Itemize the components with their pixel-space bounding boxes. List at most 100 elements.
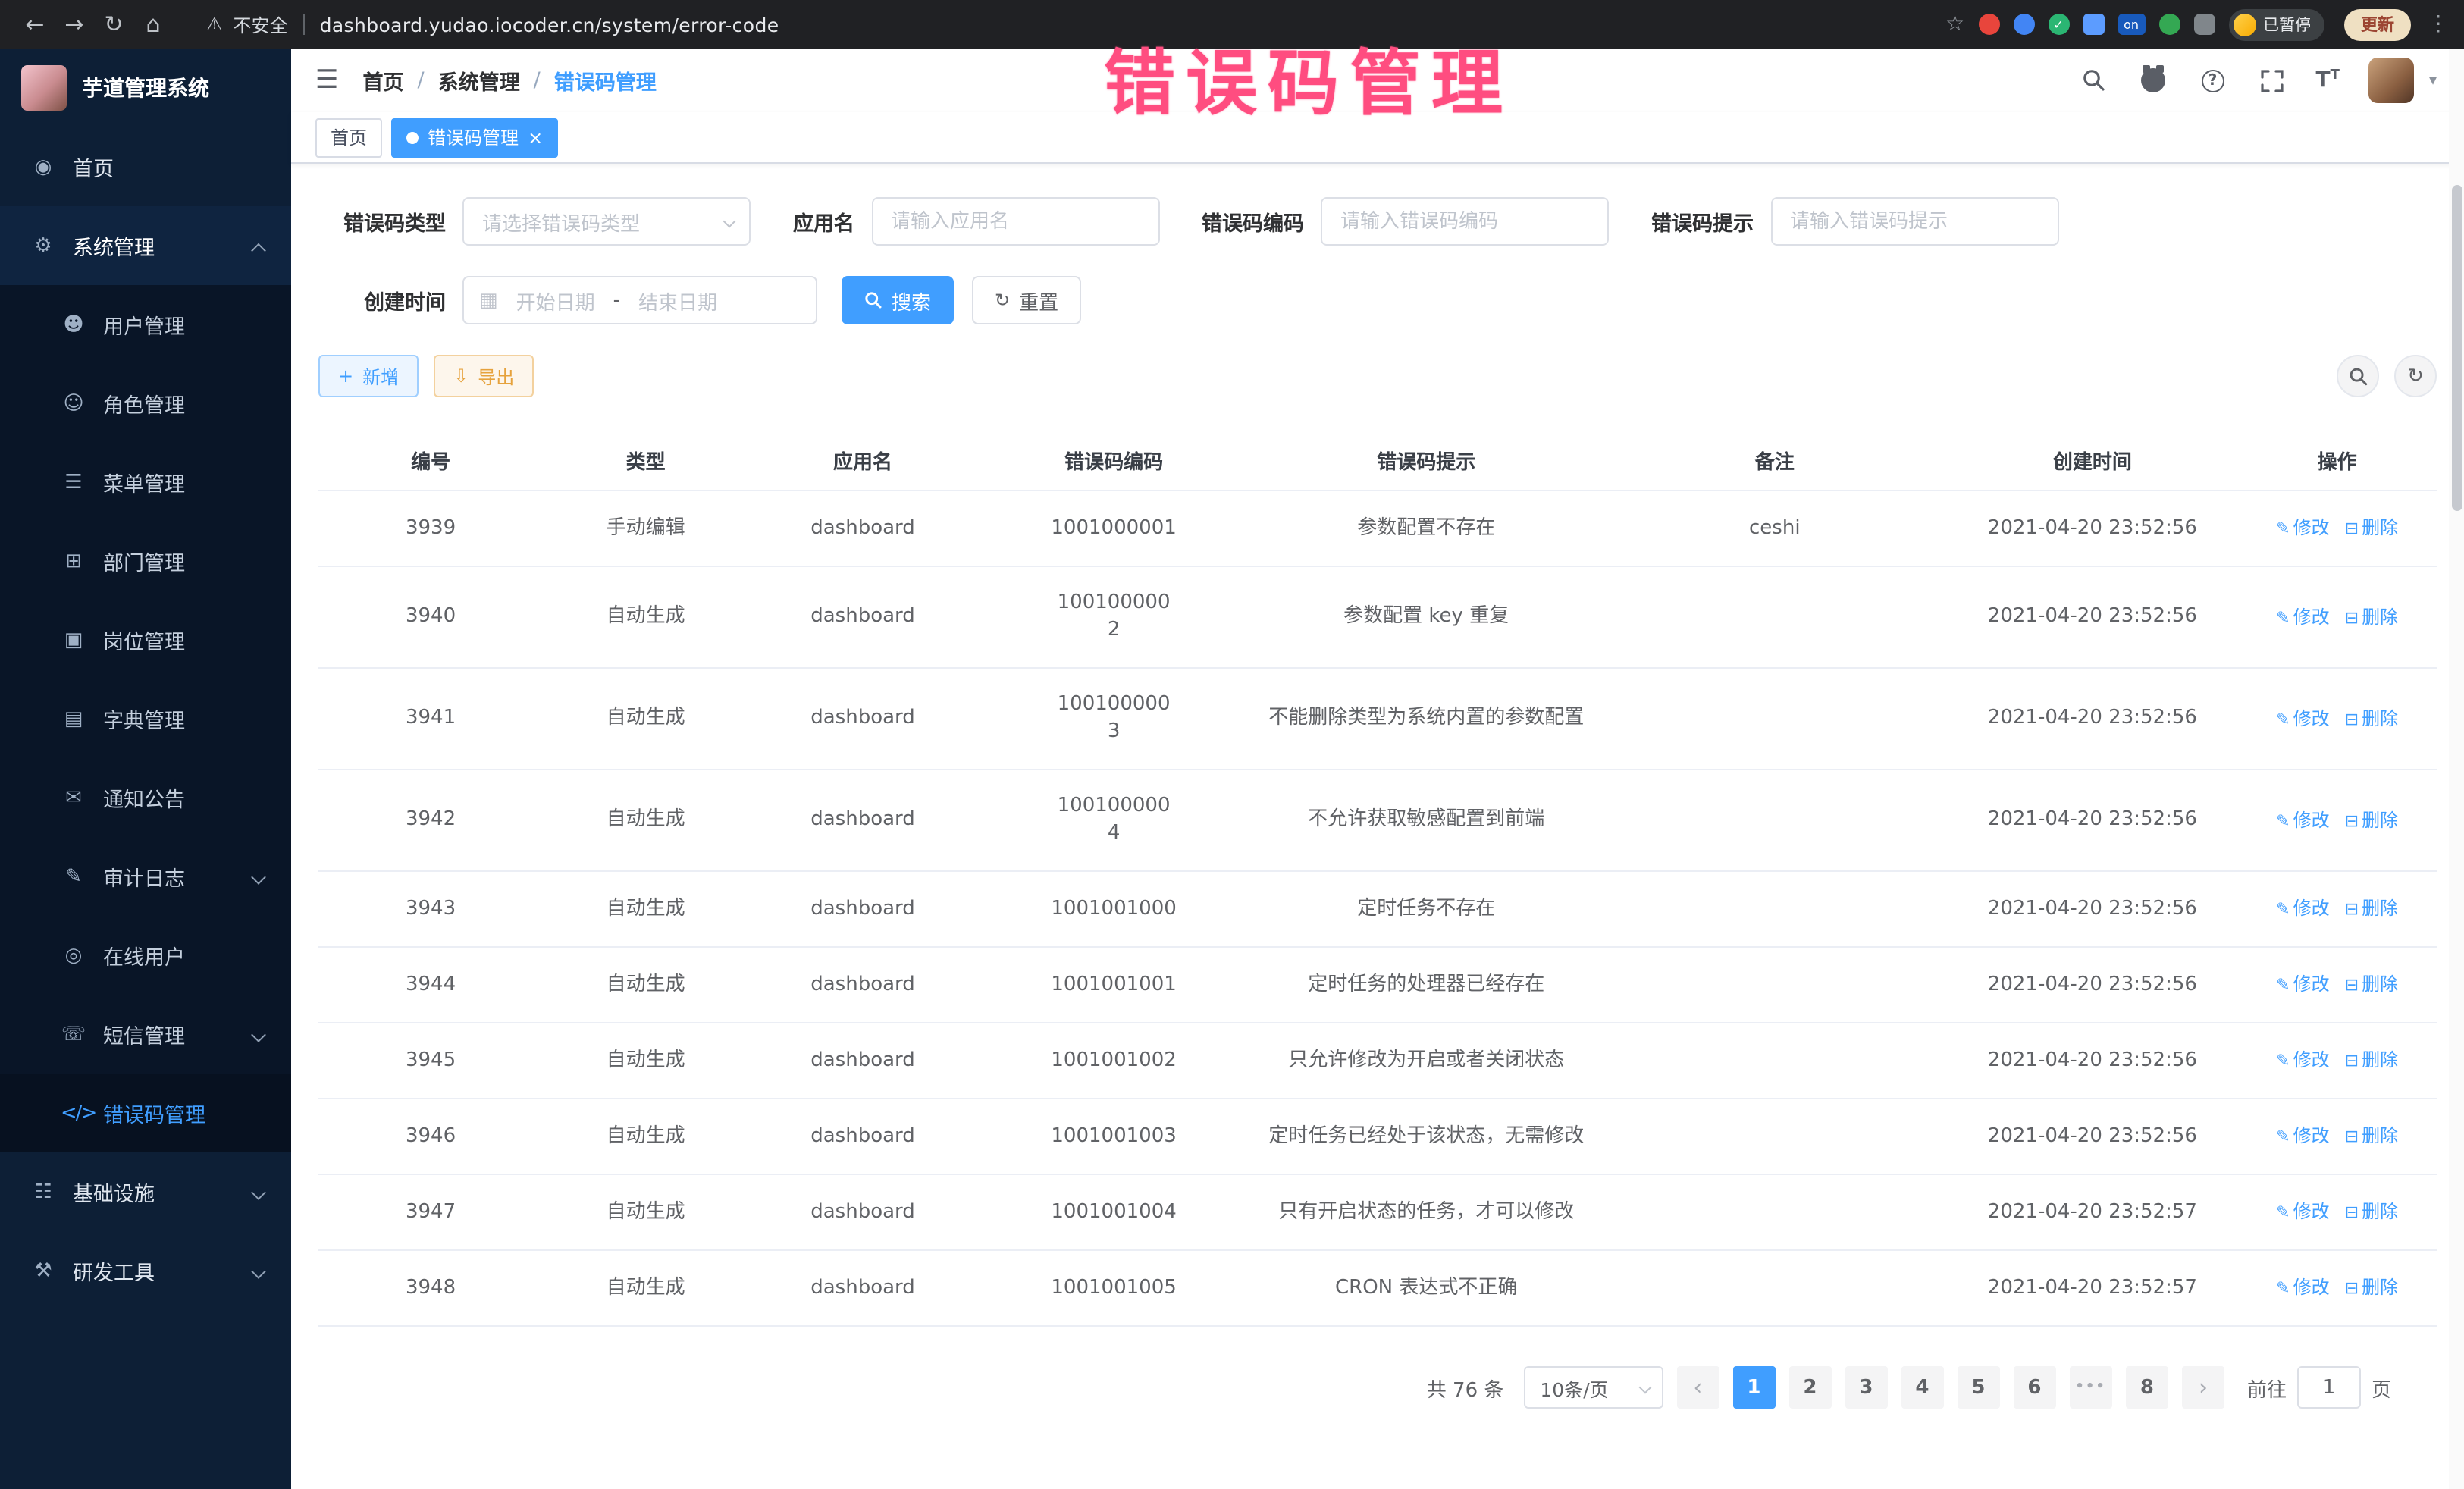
prev-page-button[interactable]: ‹ — [1676, 1366, 1719, 1409]
extension-on-badge[interactable]: on — [2118, 14, 2145, 35]
bookmark-star-icon[interactable]: ☆ — [1945, 12, 1964, 36]
app-name-input[interactable] — [871, 197, 1159, 246]
edit-link[interactable]: ✎修改 — [2276, 898, 2329, 919]
delete-link[interactable]: ⊟删除 — [2345, 1201, 2398, 1222]
edit-link[interactable]: ✎修改 — [2276, 1125, 2329, 1146]
table-toolbar: + 新增 ⇩ 导出 ↻ — [318, 355, 2437, 397]
help-icon[interactable]: ? — [2198, 65, 2228, 96]
breadcrumb-home[interactable]: 首页 — [363, 65, 404, 96]
back-icon[interactable]: ← — [15, 5, 55, 44]
tag-home[interactable]: 首页 — [315, 118, 382, 157]
sidebar-item-posts[interactable]: ▣ 岗位管理 — [0, 600, 291, 679]
avatar[interactable] — [2368, 58, 2414, 103]
chevron-down-icon[interactable]: ▾ — [2429, 72, 2437, 89]
tag-error-code[interactable]: 错误码管理 × — [391, 118, 558, 157]
more-pages-button[interactable]: ••• — [2069, 1366, 2112, 1409]
delete-link[interactable]: ⊟删除 — [2345, 517, 2398, 538]
search-icon[interactable] — [2080, 65, 2110, 96]
github-icon[interactable] — [2139, 65, 2169, 96]
reset-button[interactable]: ↻ 重置 — [972, 276, 1081, 324]
sidebar-item-menus[interactable]: ☰ 菜单管理 — [0, 443, 291, 522]
sidebar-item-dev-tools[interactable]: ⚒ 研发工具 — [0, 1231, 291, 1310]
home-icon[interactable]: ⌂ — [133, 5, 173, 44]
extension-leaf-icon[interactable] — [2158, 14, 2180, 35]
puzzle-icon[interactable] — [2193, 14, 2215, 35]
screen: ← → ↻ ⌂ ⚠ 不安全 dashboard.yudao.iocoder.cn… — [0, 0, 2464, 1489]
page-button-3[interactable]: 3 — [1845, 1366, 1887, 1409]
show-search-button[interactable] — [2337, 355, 2379, 397]
delete-link[interactable]: ⊟删除 — [2345, 1125, 2398, 1146]
fullscreen-icon[interactable] — [2257, 65, 2287, 96]
next-page-button[interactable]: › — [2182, 1366, 2224, 1409]
sidebar-item-sms[interactable]: ☏ 短信管理 — [0, 995, 291, 1074]
sidebar-item-label: 字典管理 — [103, 704, 185, 734]
export-button[interactable]: ⇩ 导出 — [434, 355, 534, 397]
edit-link[interactable]: ✎修改 — [2276, 1277, 2329, 1298]
page-button-4[interactable]: 4 — [1901, 1366, 1943, 1409]
delete-link[interactable]: ⊟删除 — [2345, 898, 2398, 919]
page-button-1[interactable]: 1 — [1732, 1366, 1775, 1409]
hamburger-icon[interactable]: ☰ — [315, 65, 339, 96]
delete-link[interactable]: ⊟删除 — [2345, 973, 2398, 995]
delete-link[interactable]: ⊟删除 — [2345, 809, 2398, 830]
sidebar-item-online-users[interactable]: ◎ 在线用户 — [0, 916, 291, 995]
delete-link[interactable]: ⊟删除 — [2345, 707, 2398, 729]
forward-icon[interactable]: → — [55, 5, 94, 44]
page-button-5[interactable]: 5 — [1957, 1366, 1999, 1409]
font-size-icon[interactable]: TT — [2316, 70, 2340, 91]
browser-menu-icon[interactable]: ⋮ — [2428, 12, 2449, 36]
security-label: 不安全 — [234, 11, 288, 37]
edit-link[interactable]: ✎修改 — [2276, 973, 2329, 995]
edit-icon: ✎ — [2276, 1051, 2290, 1071]
reload-icon[interactable]: ↻ — [94, 5, 133, 44]
add-button[interactable]: + 新增 — [318, 355, 419, 397]
delete-link[interactable]: ⊟删除 — [2345, 1277, 2398, 1298]
sidebar-item-dictionary[interactable]: ▤ 字典管理 — [0, 679, 291, 758]
delete-link[interactable]: ⊟删除 — [2345, 606, 2398, 627]
error-msg-input[interactable] — [1770, 197, 2058, 246]
page-button-8[interactable]: 8 — [2126, 1366, 2168, 1409]
browser-update-button[interactable]: 更新 — [2344, 8, 2411, 40]
search-button[interactable]: 搜索 — [842, 276, 954, 324]
error-type-label: 错误码类型 — [318, 206, 446, 237]
goto-page-input[interactable] — [2297, 1366, 2361, 1409]
scrollbar-track[interactable] — [2449, 49, 2464, 1489]
edit-link[interactable]: ✎修改 — [2276, 707, 2329, 729]
close-icon[interactable]: × — [528, 127, 543, 148]
delete-link[interactable]: ⊟删除 — [2345, 1049, 2398, 1071]
extension-grid-icon[interactable] — [2083, 14, 2104, 35]
sidebar-item-roles[interactable]: ☺ 角色管理 — [0, 364, 291, 443]
plus-icon: + — [338, 365, 353, 387]
address-bar[interactable]: ⚠ 不安全 dashboard.yudao.iocoder.cn/system/… — [206, 11, 1930, 37]
error-code-input[interactable] — [1321, 197, 1609, 246]
date-range-picker[interactable]: ▦ 开始日期 - 结束日期 — [462, 276, 817, 324]
sidebar-item-system[interactable]: ⚙ 系统管理 — [0, 206, 291, 285]
edit-link[interactable]: ✎修改 — [2276, 517, 2329, 538]
edit-link[interactable]: ✎修改 — [2276, 1049, 2329, 1071]
scrollbar-thumb[interactable] — [2451, 185, 2462, 511]
extension-blue-icon[interactable] — [2013, 14, 2034, 35]
edit-link[interactable]: ✎修改 — [2276, 1201, 2329, 1222]
edit-link[interactable]: ✎修改 — [2276, 809, 2329, 830]
extension-red-icon[interactable] — [1978, 14, 1999, 35]
online-users-icon: ◎ — [61, 944, 86, 967]
edit-link[interactable]: ✎修改 — [2276, 606, 2329, 627]
sidebar-item-error-code[interactable]: </> 错误码管理 — [0, 1074, 291, 1152]
sidebar-item-announcements[interactable]: ✉ 通知公告 — [0, 758, 291, 837]
sidebar-item-infrastructure[interactable]: ☷ 基础设施 — [0, 1152, 291, 1231]
profile-badge[interactable]: 已暂停 — [2228, 8, 2324, 40]
sidebar-item-audit-log[interactable]: ✎ 审计日志 — [0, 837, 291, 916]
extension-green-check-icon[interactable]: ✓ — [2048, 14, 2069, 35]
page-button-6[interactable]: 6 — [2013, 1366, 2055, 1409]
sidebar-item-home[interactable]: ◉ 首页 — [0, 127, 291, 206]
announcement-icon: ✉ — [61, 786, 86, 809]
sidebar-item-users[interactable]: ☻ 用户管理 — [0, 285, 291, 364]
table-row: 3942 自动生成 dashboard 1001000004 不允许获取敏感配置… — [318, 770, 2437, 871]
error-type-select[interactable]: 请选择错误码类型 — [462, 197, 751, 246]
sidebar-item-departments[interactable]: ⊞ 部门管理 — [0, 522, 291, 600]
user-icon: ☻ — [61, 313, 86, 336]
page-size-select[interactable]: 10条/页 — [1523, 1366, 1663, 1409]
refresh-button[interactable]: ↻ — [2394, 355, 2437, 397]
page-button-2[interactable]: 2 — [1788, 1366, 1831, 1409]
profile-avatar-icon — [2233, 13, 2256, 36]
